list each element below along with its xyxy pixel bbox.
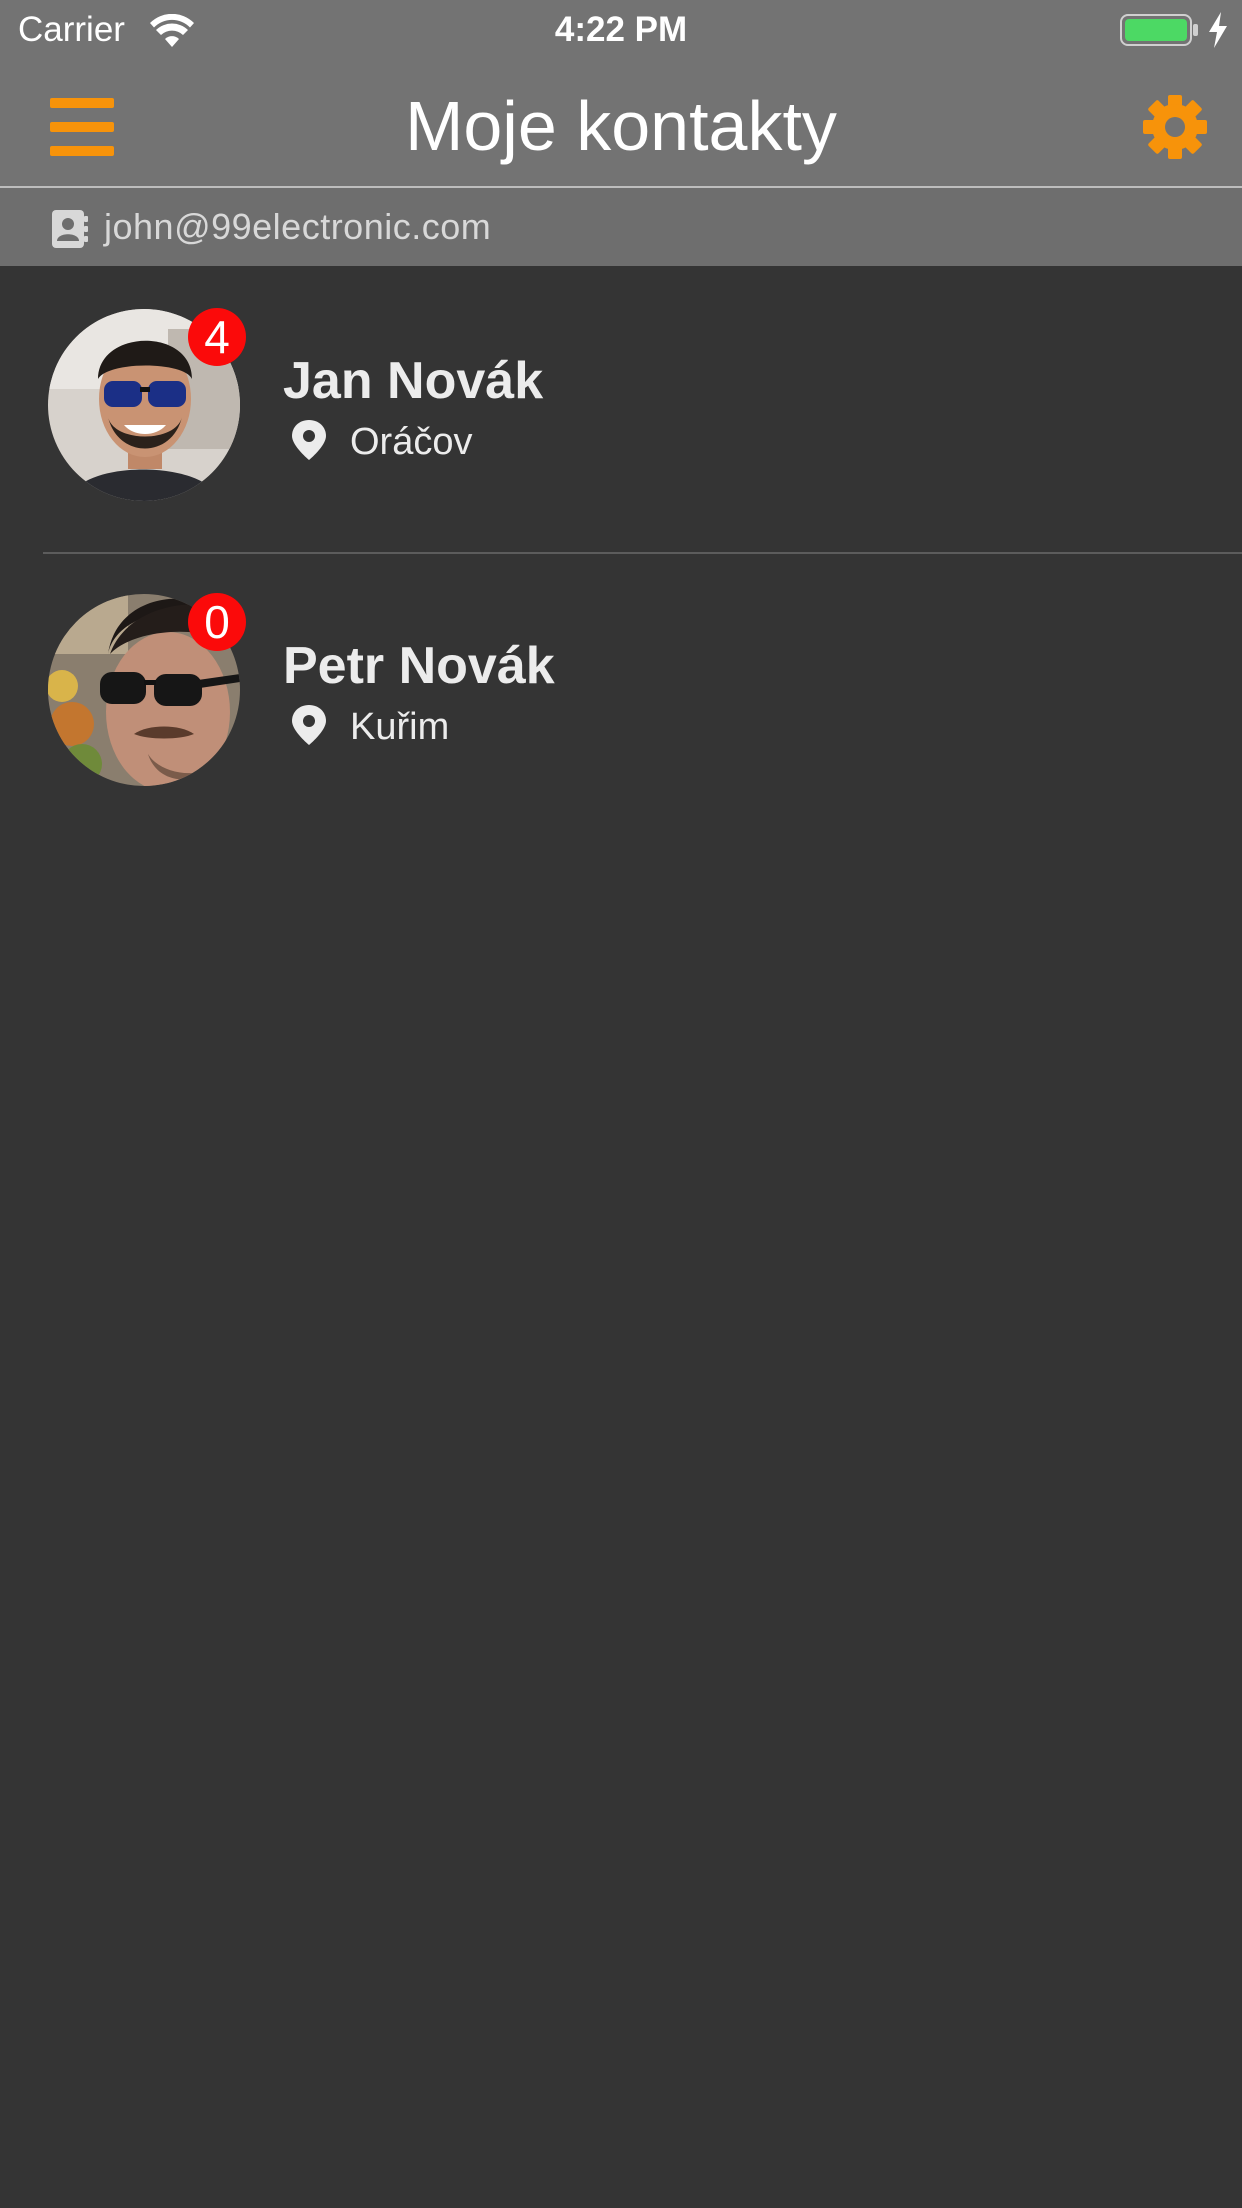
contact-city: Oráčov — [350, 421, 473, 463]
map-pin-icon — [292, 420, 326, 460]
contact-row[interactable]: 0 Petr Novák Kuřim — [0, 552, 1242, 838]
battery-icon — [1120, 14, 1198, 46]
contact-city: Kuřim — [350, 706, 450, 748]
account-email: john@99electronic.com — [104, 206, 492, 247]
unread-count-badge: 4 — [188, 308, 246, 366]
map-pin-icon — [292, 705, 326, 745]
unread-count-badge: 0 — [188, 593, 246, 651]
navigation-bar: Moje kontakty — [0, 60, 1242, 188]
contact-card-icon — [52, 210, 88, 248]
status-time: 4:22 PM — [554, 10, 688, 49]
gear-icon — [1143, 95, 1207, 159]
page-title: Moje kontakty — [405, 87, 837, 165]
account-bar: john@99electronic.com — [0, 188, 1242, 266]
settings-button[interactable] — [1142, 94, 1208, 160]
contact-name: Petr Novák — [283, 637, 555, 695]
status-bar: Carrier 4:22 PM — [0, 0, 1242, 60]
contact-name: Jan Novák — [283, 352, 544, 410]
app-screen: Carrier 4:22 PM Moje kontakty john@99ele… — [0, 0, 1242, 2208]
contact-list: 4 Jan Novák Oráčov 0 Petr Novák Kuřim — [0, 266, 1242, 838]
charging-bolt-icon — [1209, 12, 1227, 48]
contact-row[interactable]: 4 Jan Novák Oráčov — [0, 266, 1242, 554]
